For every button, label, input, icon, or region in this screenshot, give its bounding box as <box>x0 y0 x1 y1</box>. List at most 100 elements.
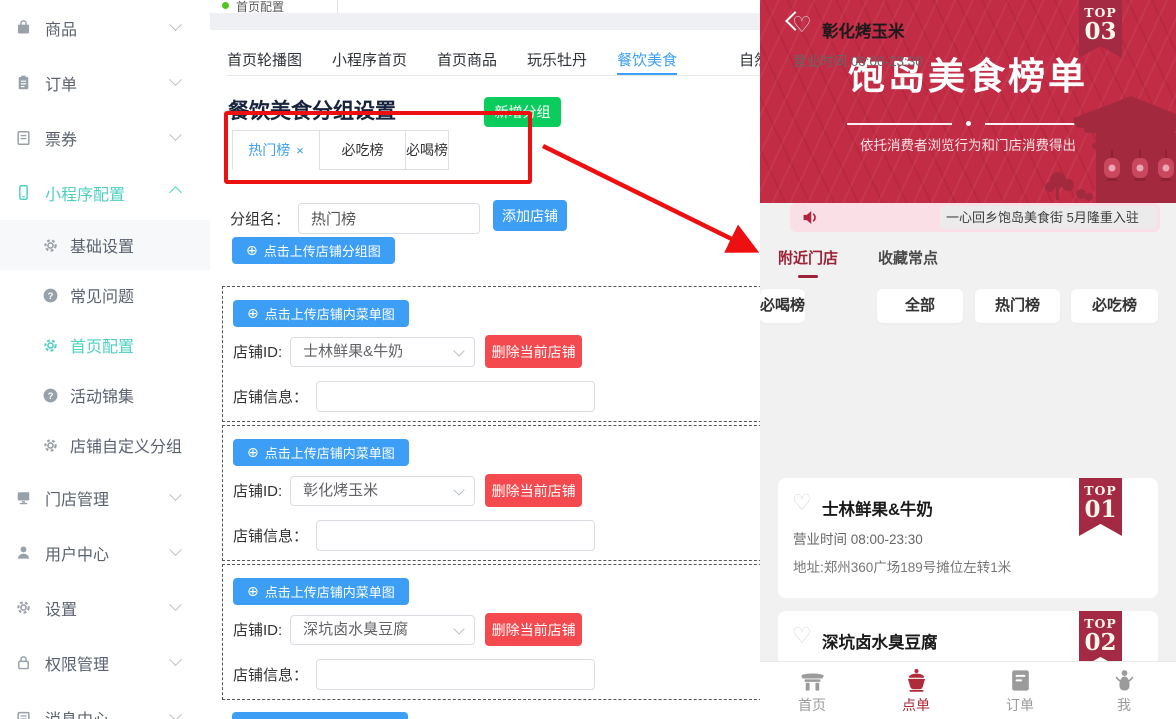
sidebar-item[interactable]: 商品 <box>0 0 210 55</box>
tab-bar-item[interactable]: 首页 <box>760 662 864 719</box>
heart-icon[interactable]: ♡ <box>792 12 812 38</box>
group-tab-label: 必喝榜 <box>406 142 448 158</box>
tab-bar-item[interactable]: 订单 <box>968 662 1072 719</box>
store-info-input[interactable] <box>316 381 595 412</box>
store-info-label: 店铺信息： <box>233 386 308 407</box>
sidebar-item-label: 商品 <box>45 16 77 40</box>
store-select[interactable]: 士林鲜果&牛奶 <box>290 337 475 367</box>
notice-banner[interactable]: 一心回乡饱岛美食街 5月隆重入驻 <box>790 203 1160 232</box>
store-select-value: 彰化烤玉米 <box>303 482 378 499</box>
nav-tab[interactable]: 小程序首页 <box>332 48 407 74</box>
chevron-icon <box>169 543 182 556</box>
chevron-icon <box>169 708 182 719</box>
sidebar-item[interactable]: 门店管理 <box>0 470 210 525</box>
store-select-value: 士林鲜果&牛奶 <box>303 343 403 360</box>
store-id-row: 店铺ID: 士林鲜果&牛奶 删除当前店铺 <box>233 335 582 368</box>
sidebar-item[interactable]: 基础设置 <box>0 220 210 270</box>
group-tabs: 热门榜 必吃榜 必喝榜 <box>232 130 449 170</box>
nav-tab[interactable]: 自然 <box>739 48 760 74</box>
nav-tab[interactable]: 餐饮美食 <box>617 48 677 74</box>
plus-circle-icon <box>246 242 258 259</box>
phone-tab-label: 收藏常点 <box>878 250 938 267</box>
filter-chip[interactable]: 必喝榜 <box>760 289 805 323</box>
nav-tab-label: 玩乐牡丹 <box>527 52 587 69</box>
tab-bar-label: 订单 <box>1006 695 1034 715</box>
sidebar-item[interactable]: 消息中心 <box>0 690 210 719</box>
user-icon <box>15 544 32 561</box>
order-icon <box>1007 667 1034 694</box>
nav-tab[interactable]: 首页轮播图 <box>227 48 302 74</box>
top-tab-strip: 首页配置 <box>210 0 760 14</box>
sidebar-item[interactable]: 权限管理 <box>0 635 210 690</box>
group-tab[interactable]: 热门榜 <box>232 130 320 170</box>
sidebar-item[interactable]: 票券 <box>0 110 210 165</box>
upload-menu-image-button[interactable]: 点击上传店铺内菜单图 <box>233 578 409 605</box>
filter-chip-label: 必喝榜 <box>760 297 805 314</box>
chevron-icon <box>169 598 182 611</box>
sidebar-item-label: 小程序配置 <box>45 181 125 205</box>
gear-icon <box>42 337 59 354</box>
green-dot-icon <box>222 2 229 9</box>
filter-chip[interactable]: 热门榜 <box>975 289 1060 323</box>
sidebar-item[interactable]: ? 活动锦集 <box>0 370 210 420</box>
filter-chip[interactable]: 全部 <box>877 289 963 323</box>
store-id-label: 店铺ID: <box>233 619 282 640</box>
gear-icon <box>42 237 59 254</box>
store-info-input[interactable] <box>316 659 595 690</box>
sidebar-item[interactable]: 设置 <box>0 580 210 635</box>
chevron-icon <box>169 73 182 86</box>
upload-group-image-button[interactable]: 点击上传店铺分组图 <box>232 237 395 264</box>
group-tab[interactable]: 必喝榜 <box>405 130 449 170</box>
filter-chip[interactable]: 必吃榜 <box>1071 289 1158 323</box>
heart-icon[interactable]: ♡ <box>792 623 812 649</box>
top-tab[interactable]: 首页配置 <box>210 0 338 14</box>
nav-tab[interactable]: 玩乐牡丹 <box>527 48 587 74</box>
sidebar-item[interactable]: 订单 <box>0 55 210 110</box>
filter-chips: 全部 热门榜 必吃榜 必喝榜 <box>760 289 1176 335</box>
tab-bar-item[interactable]: 我 <box>1072 662 1176 719</box>
delete-store-button[interactable]: 删除当前店铺 <box>485 335 582 368</box>
tab-bar-label: 首页 <box>798 695 826 715</box>
filter-chip-label: 热门榜 <box>995 297 1040 314</box>
store-select[interactable]: 彰化烤玉米 <box>290 476 475 506</box>
nav-tab[interactable]: 首页商品 <box>437 48 497 74</box>
delete-store-button[interactable]: 删除当前店铺 <box>485 474 582 507</box>
add-store-button[interactable]: 添加店铺 <box>493 200 567 231</box>
svg-text:?: ? <box>48 390 54 401</box>
delete-store-button[interactable]: 删除当前店铺 <box>485 613 582 646</box>
phone-tab[interactable]: 收藏常点 <box>878 247 938 278</box>
store-card-name: 士林鲜果&牛奶 <box>822 496 933 520</box>
svg-text:?: ? <box>48 290 54 301</box>
sidebar-item-label: 活动锦集 <box>70 383 134 407</box>
upload-menu-image-button[interactable]: 点击上传店铺内菜单图 <box>233 439 409 466</box>
chevron-icon <box>169 488 182 501</box>
sidebar-item[interactable]: 店铺自定义分组 <box>0 420 210 470</box>
store-card-name: 彰化烤玉米 <box>822 18 905 42</box>
tab-bar-item[interactable]: 点单 <box>864 662 968 719</box>
sidebar-item[interactable]: 首页配置 <box>0 320 210 370</box>
group-tab-label: 必吃榜 <box>342 142 384 158</box>
sidebar-item-label: 常见问题 <box>70 283 134 307</box>
sidebar-item-label: 消息中心 <box>45 706 109 719</box>
chevron-icon <box>169 18 182 31</box>
store-select[interactable]: 深坑卤水臭豆腐 <box>290 615 475 645</box>
store-info-input[interactable] <box>316 520 595 551</box>
group-tab[interactable]: 必吃榜 <box>319 130 406 170</box>
teapot-icon <box>903 667 930 694</box>
close-icon[interactable] <box>296 132 304 170</box>
sidebar-item[interactable]: 用户中心 <box>0 525 210 580</box>
phone-preview: 饱岛美食榜单 依托消费者浏览行为和门店消费得出 <box>760 0 1176 719</box>
group-name-input[interactable] <box>298 203 480 234</box>
store-card[interactable]: ♡ 士林鲜果&牛奶 营业时间 08:00-23:30 地址:郑州360广场189… <box>778 478 1158 598</box>
rank-ribbon-number: 02 <box>1079 631 1122 655</box>
store-id-row: 店铺ID: 彰化烤玉米 删除当前店铺 <box>233 474 582 507</box>
notice-text: 一心回乡饱岛美食街 5月隆重入驻 <box>940 206 1157 229</box>
add-group-button[interactable]: 新增分组 <box>484 97 561 127</box>
upload-menu-image-label: 点击上传店铺内菜单图 <box>265 582 395 601</box>
sidebar-item[interactable]: ? 常见问题 <box>0 270 210 320</box>
upload-menu-image-button-peek[interactable]: 点击上传店铺内菜单图 <box>232 712 408 719</box>
heart-icon[interactable]: ♡ <box>792 490 812 516</box>
phone-tab[interactable]: 附近门店 <box>778 247 838 278</box>
upload-menu-image-button[interactable]: 点击上传店铺内菜单图 <box>233 300 409 327</box>
sidebar-item[interactable]: 小程序配置 <box>0 165 210 220</box>
